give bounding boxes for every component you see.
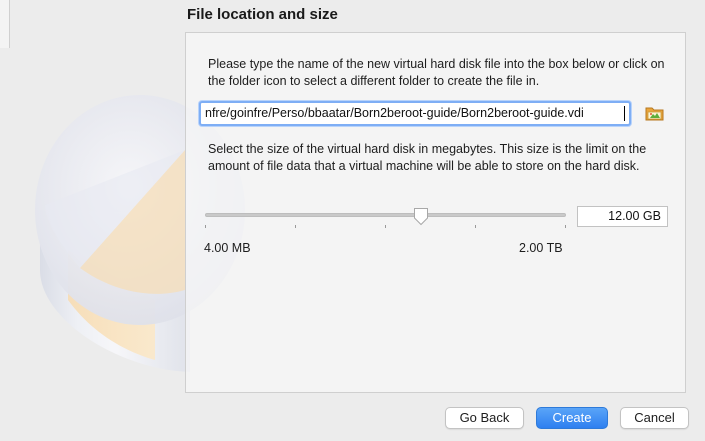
- slider-tick: [205, 225, 206, 228]
- size-max-label: 2.00 TB: [519, 241, 563, 255]
- slider-tick: [385, 225, 386, 228]
- disk-size-slider-track[interactable]: [205, 213, 566, 217]
- section-title: File location and size: [187, 6, 338, 23]
- text-caret: [624, 106, 625, 121]
- go-back-button[interactable]: Go Back: [445, 407, 524, 429]
- file-path-value: nfre/goinfre/Perso/bbaatar/Born2beroot-g…: [205, 106, 584, 120]
- cancel-button[interactable]: Cancel: [620, 407, 689, 429]
- disk-size-input[interactable]: 12.00 GB: [577, 206, 668, 227]
- file-path-input[interactable]: nfre/goinfre/Perso/bbaatar/Born2beroot-g…: [199, 101, 631, 126]
- window-edge: [0, 0, 10, 48]
- slider-tick: [295, 225, 296, 228]
- disk-size-slider-thumb[interactable]: [413, 207, 429, 226]
- location-description: Please type the name of the new virtual …: [208, 57, 665, 88]
- size-min-label: 4.00 MB: [204, 241, 251, 255]
- slider-tick: [475, 225, 476, 228]
- slider-tick: [565, 225, 566, 228]
- size-description: Select the size of the virtual hard disk…: [208, 142, 647, 173]
- folder-icon[interactable]: [645, 105, 664, 122]
- create-button[interactable]: Create: [536, 407, 608, 429]
